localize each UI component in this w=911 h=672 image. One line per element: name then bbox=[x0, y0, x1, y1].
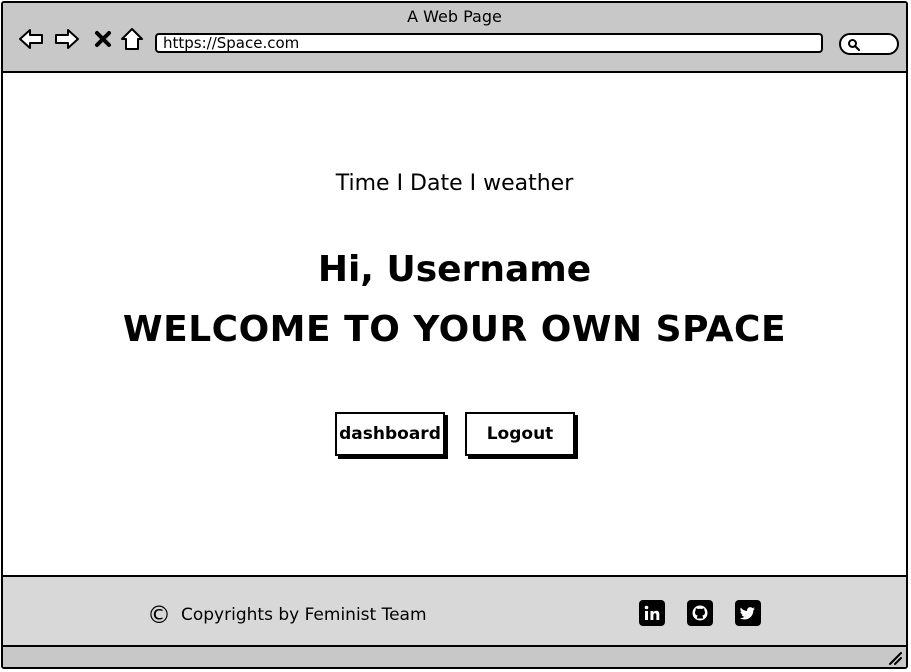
copyright-notice: © Copyrights by Feminist Team bbox=[147, 601, 427, 629]
browser-titlebar: A Web Page https://Space.com bbox=[3, 3, 906, 73]
browser-window: A Web Page https://Space.com Time I Date… bbox=[1, 1, 908, 669]
dashboard-button[interactable]: dashboard bbox=[335, 412, 445, 456]
resize-grip-icon[interactable] bbox=[888, 651, 902, 665]
github-icon[interactable] bbox=[687, 600, 713, 626]
back-arrow-icon[interactable] bbox=[17, 25, 45, 53]
page-footer: © Copyrights by Feminist Team bbox=[3, 575, 906, 647]
forward-arrow-icon[interactable] bbox=[53, 25, 81, 53]
twitter-icon[interactable] bbox=[735, 600, 761, 626]
linkedin-icon[interactable] bbox=[639, 600, 665, 626]
time-date-weather-line: Time I Date I weather bbox=[335, 171, 574, 196]
url-text: https://Space.com bbox=[163, 34, 300, 52]
close-icon[interactable] bbox=[89, 25, 117, 53]
page-content: Time I Date I weather Hi, Username WELCO… bbox=[3, 73, 906, 575]
home-icon[interactable] bbox=[118, 25, 146, 53]
search-icon bbox=[848, 39, 860, 51]
welcome-heading: WELCOME TO YOUR OWN SPACE bbox=[122, 309, 787, 350]
greeting-heading: Hi, Username bbox=[317, 249, 592, 290]
window-title: A Web Page bbox=[407, 7, 502, 26]
status-bar bbox=[3, 647, 906, 667]
copyright-icon: © bbox=[147, 601, 171, 629]
logout-button[interactable]: Logout bbox=[465, 412, 575, 456]
copyright-text: Copyrights by Feminist Team bbox=[181, 605, 427, 625]
search-button[interactable] bbox=[839, 33, 899, 55]
address-bar[interactable]: https://Space.com bbox=[155, 33, 823, 53]
